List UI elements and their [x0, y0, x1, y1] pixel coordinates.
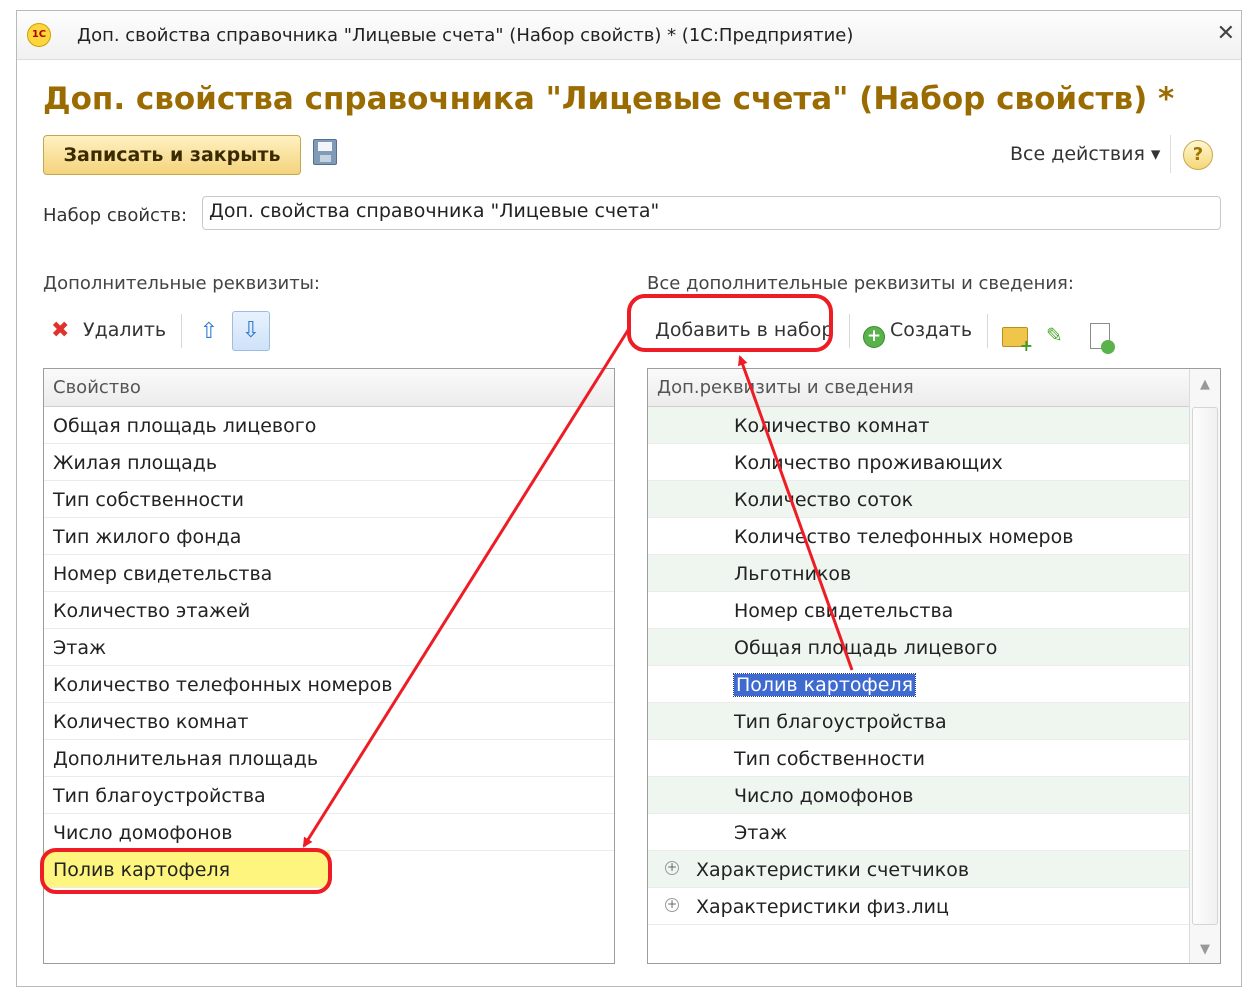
create-button[interactable]: Создать — [890, 319, 972, 341]
tree-group-row[interactable]: + Характеристики физ.лиц — [648, 888, 1189, 925]
tree-row[interactable]: Число домофонов — [648, 777, 1189, 814]
table-row[interactable]: Жилая площадь — [44, 444, 614, 481]
scroll-thumb[interactable] — [1192, 407, 1218, 925]
copy-document-icon[interactable] — [1090, 323, 1115, 354]
vertical-scrollbar[interactable]: ▲ ▼ — [1189, 369, 1220, 963]
tree-row[interactable]: Тип благоустройства — [648, 703, 1189, 740]
table-row[interactable]: Число домофонов — [44, 814, 614, 851]
table-row[interactable]: Количество этажей — [44, 592, 614, 629]
create-plus-icon[interactable]: + — [863, 326, 885, 348]
table-row[interactable]: Тип жилого фонда — [44, 518, 614, 555]
tree-row[interactable]: Номер свидетельства — [648, 592, 1189, 629]
move-up-icon[interactable]: ⇧ — [195, 317, 223, 347]
expand-icon[interactable]: + — [665, 898, 679, 912]
tree-row[interactable]: Количество комнат — [648, 407, 1189, 444]
tree-row[interactable]: Этаж — [648, 814, 1189, 851]
scroll-up-arrow-icon[interactable]: ▲ — [1190, 377, 1220, 392]
move-down-icon[interactable]: ⇩ — [232, 311, 270, 351]
scroll-down-arrow-icon[interactable]: ▼ — [1190, 942, 1220, 957]
delete-button[interactable]: Удалить — [83, 319, 166, 341]
title-bar: 1С Доп. свойства справочника "Лицевые сч… — [17, 11, 1241, 60]
tree-row[interactable]: Количество соток — [648, 481, 1189, 518]
tree-row-selected[interactable]: Полив картофеля — [648, 666, 1189, 703]
selected-row-text[interactable]: Полив картофеля — [732, 673, 917, 697]
toolbar-divider — [849, 314, 850, 348]
table-row-selected[interactable]: Полив картофеля — [44, 851, 330, 888]
column-header-property[interactable]: Свойство — [44, 369, 614, 407]
property-set-field[interactable]: Доп. свойства справочника "Лицевые счета… — [202, 196, 1221, 230]
column-header-attributes[interactable]: Доп.реквизиты и сведения — [648, 369, 1220, 407]
expand-icon[interactable]: + — [665, 861, 679, 875]
all-attributes-label: Все дополнительные реквизиты и сведения: — [647, 273, 1074, 294]
save-and-close-button[interactable]: Записать и закрыть — [43, 135, 301, 175]
delete-icon[interactable]: ✖ — [51, 320, 69, 342]
group-label: Характеристики счетчиков — [696, 859, 970, 881]
tree-row[interactable]: Тип собственности — [648, 740, 1189, 777]
table-row[interactable]: Количество комнат — [44, 703, 614, 740]
all-actions-menu[interactable]: Все действия ▾ — [1010, 143, 1160, 165]
help-icon[interactable]: ? — [1183, 140, 1213, 170]
property-table[interactable]: Свойство Общая площадь лицевого Жилая пл… — [43, 368, 615, 964]
table-row[interactable]: Общая площадь лицевого — [44, 407, 614, 444]
form-heading: Доп. свойства справочника "Лицевые счета… — [43, 81, 1175, 117]
group-label: Характеристики физ.лиц — [696, 896, 949, 918]
table-row[interactable]: Количество телефонных номеров — [44, 666, 614, 703]
add-to-set-button[interactable]: Добавить в набор — [655, 319, 833, 341]
table-row[interactable]: Номер свидетельства — [44, 555, 614, 592]
table-row[interactable]: Тип собственности — [44, 481, 614, 518]
attributes-tree-table[interactable]: Доп.реквизиты и сведения Количество комн… — [647, 368, 1221, 964]
dialog-window: 1С Доп. свойства справочника "Лицевые сч… — [16, 10, 1242, 987]
toolbar-divider — [1170, 135, 1171, 173]
1c-logo-icon: 1С — [27, 23, 51, 47]
toolbar-divider — [181, 314, 182, 348]
edit-pencil-icon[interactable]: ✎ — [1046, 323, 1063, 347]
tree-row[interactable]: Льготников — [648, 555, 1189, 592]
tree-row[interactable]: Количество телефонных номеров — [648, 518, 1189, 555]
toolbar-divider — [987, 314, 988, 348]
add-folder-icon[interactable] — [1002, 327, 1033, 355]
table-row[interactable]: Этаж — [44, 629, 614, 666]
save-icon[interactable] — [313, 139, 337, 165]
table-row[interactable]: Дополнительная площадь — [44, 740, 614, 777]
close-icon[interactable]: ✕ — [1217, 21, 1235, 46]
window-title: Доп. свойства справочника "Лицевые счета… — [77, 25, 854, 46]
tree-row[interactable]: Количество проживающих — [648, 444, 1189, 481]
additional-attributes-label: Дополнительные реквизиты: — [43, 273, 320, 294]
property-set-label: Набор свойств: — [43, 205, 188, 226]
table-row[interactable]: Тип благоустройства — [44, 777, 614, 814]
tree-group-row[interactable]: + Характеристики счетчиков — [648, 851, 1189, 888]
tree-row[interactable]: Общая площадь лицевого — [648, 629, 1189, 666]
